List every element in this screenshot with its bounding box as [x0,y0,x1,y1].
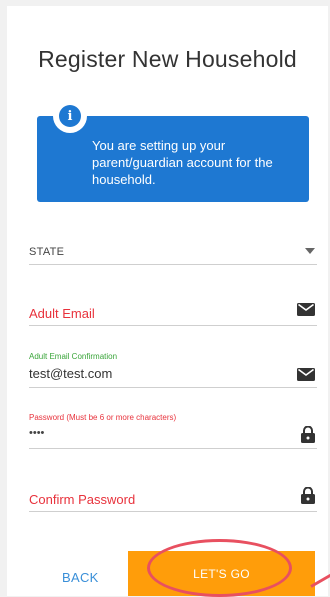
envelope-icon [297,303,315,316]
lock-icon [301,487,315,504]
adult-email-confirmation-value[interactable]: test@test.com [29,366,112,381]
confirm-password-label: Confirm Password [29,492,136,507]
password-value[interactable]: •••• [29,427,44,439]
chevron-down-icon[interactable] [305,248,315,254]
envelope-icon [297,368,315,381]
registration-card: Register New Household i You are setting… [7,6,328,596]
back-button[interactable]: BACK [62,570,99,585]
page-title: Register New Household [38,46,297,72]
info-icon: i [53,99,87,133]
state-label: STATE [29,246,65,258]
info-message: You are setting up your parent/guardian … [92,138,273,187]
state-select[interactable]: STATE [29,232,317,265]
adult-email-confirmation-field[interactable]: Adult Email Confirmation test@test.com [29,350,317,388]
confirm-password-field[interactable]: Confirm Password [29,485,317,512]
lets-go-button[interactable]: LET'S GO [128,551,315,596]
password-label: Password (Must be 6 or more characters) [29,413,177,422]
password-field[interactable]: Password (Must be 6 or more characters) … [29,411,317,449]
adult-email-field[interactable]: Adult Email [29,300,317,326]
adult-email-label: Adult Email [29,306,95,321]
info-icon-glyph: i [59,105,81,127]
adult-email-confirmation-label: Adult Email Confirmation [29,352,118,361]
lock-icon [301,426,315,443]
